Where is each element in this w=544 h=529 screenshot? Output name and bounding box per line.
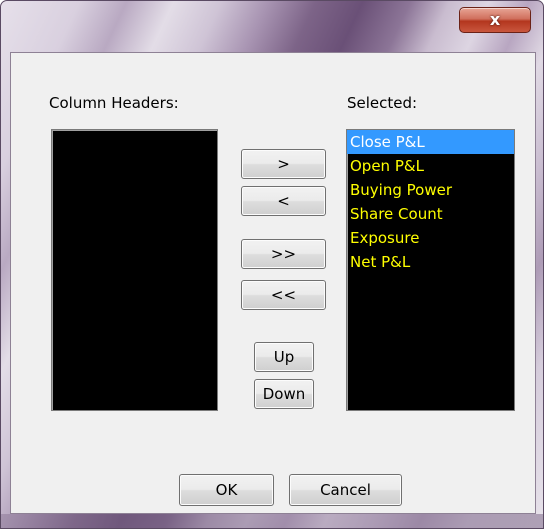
list-item[interactable]: Open P&L: [347, 154, 514, 178]
list-item[interactable]: Share Count: [347, 202, 514, 226]
list-item[interactable]: Buying Power: [347, 178, 514, 202]
cancel-button[interactable]: Cancel: [289, 474, 402, 506]
list-item[interactable]: Exposure: [347, 226, 514, 250]
move-up-button[interactable]: Up: [254, 342, 314, 372]
list-item[interactable]: Close P&L: [347, 130, 514, 154]
close-button[interactable]: x: [459, 7, 531, 33]
ok-button[interactable]: OK: [179, 474, 274, 506]
list-item[interactable]: Net P&L: [347, 250, 514, 274]
dialog-window: x Column Headers: Selected: Close P&L Ope…: [0, 0, 544, 529]
selected-label: Selected:: [347, 94, 418, 112]
add-column-button[interactable]: >: [241, 149, 326, 179]
remove-column-button[interactable]: <: [241, 186, 326, 216]
move-down-button[interactable]: Down: [254, 379, 314, 409]
remove-all-columns-button[interactable]: <<: [241, 280, 326, 310]
add-all-columns-button[interactable]: >>: [241, 239, 326, 269]
selected-columns-listbox[interactable]: Close P&L Open P&L Buying Power Share Count…: [346, 129, 515, 411]
column-headers-label: Column Headers:: [49, 94, 179, 112]
column-headers-listbox[interactable]: [51, 129, 218, 411]
